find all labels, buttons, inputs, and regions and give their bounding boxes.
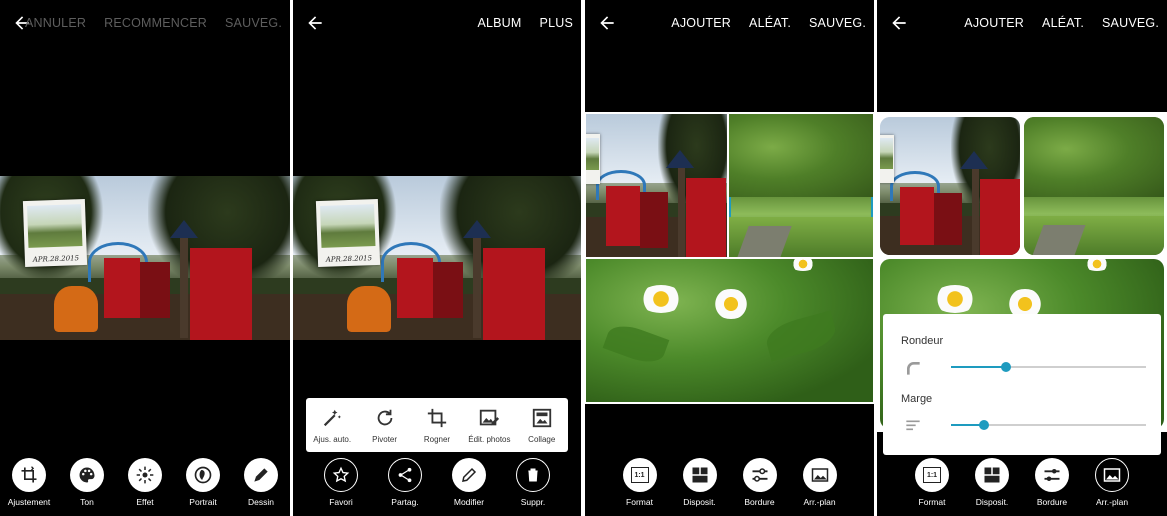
collage-border-screen: AJOUTER ALÉAT. SAUVEG. Rondeur Marge 1:1… bbox=[877, 0, 1167, 516]
top-actions: ALBUM PLUS bbox=[477, 0, 573, 46]
screenshot-strip: ANNULER RECOMMENCER SAUVEG. APR.28.2015 bbox=[0, 0, 1167, 516]
crop-icon bbox=[427, 408, 447, 427]
magic-wand-icon bbox=[324, 409, 342, 426]
save-button[interactable]: SAUVEG. bbox=[809, 16, 866, 30]
collage-canvas bbox=[585, 112, 874, 404]
star-icon bbox=[324, 458, 358, 492]
back-arrow-icon[interactable] bbox=[305, 13, 325, 33]
add-button[interactable]: AJOUTER bbox=[671, 16, 731, 30]
share-icon bbox=[388, 458, 422, 492]
edit-options-popup: Ajus. auto. Pivoter Rogner Édit. photos … bbox=[306, 398, 568, 452]
collage-cell-playground[interactable] bbox=[880, 117, 1020, 255]
layout-button[interactable]: Disposit. bbox=[964, 458, 1020, 507]
roundness-slider-handle[interactable] bbox=[1000, 362, 1011, 372]
top-bar: AJOUTER ALÉAT. SAUVEG. bbox=[877, 0, 1167, 46]
editor-toolbar: Ajustement Ton Effet Portrait Dessin bbox=[0, 456, 290, 516]
delete-button[interactable]: Suppr. bbox=[505, 458, 561, 507]
portrait-tool-button[interactable]: Portrait bbox=[175, 458, 231, 507]
collage-editor-screen: AJOUTER ALÉAT. SAUVEG. 1:1 Format Dispos… bbox=[585, 0, 874, 516]
draw-tool-button[interactable]: Dessin bbox=[233, 458, 289, 507]
rotate-icon bbox=[377, 409, 392, 425]
polaroid-sticker[interactable]: APR.28.2015 bbox=[22, 198, 88, 268]
border-settings-panel: Rondeur Marge bbox=[883, 314, 1161, 455]
share-button[interactable]: Partag. bbox=[377, 458, 433, 507]
border-button[interactable]: Bordure bbox=[1024, 458, 1080, 507]
crop-rotate-icon bbox=[12, 458, 46, 492]
collage-cell-playground[interactable] bbox=[586, 114, 727, 257]
tone-tool-button[interactable]: Ton bbox=[59, 458, 115, 507]
more-button[interactable]: PLUS bbox=[540, 16, 573, 30]
rotate-button[interactable]: Pivoter bbox=[360, 407, 410, 444]
border-sliders-icon bbox=[742, 458, 777, 492]
collage-cell-daisies[interactable] bbox=[586, 259, 873, 402]
collage-cell-park[interactable] bbox=[1024, 117, 1164, 255]
album-button[interactable]: ALBUM bbox=[477, 16, 521, 30]
background-button[interactable]: Arr.-plan bbox=[1084, 458, 1140, 507]
collage-cell-park-selected[interactable] bbox=[729, 114, 873, 257]
save-button[interactable]: SAUVEG. bbox=[1102, 16, 1159, 30]
crop-button[interactable]: Rogner bbox=[412, 407, 462, 444]
format-button[interactable]: 1:1 Format bbox=[612, 458, 668, 507]
adjust-tool-button[interactable]: Ajustement bbox=[1, 458, 57, 507]
photo-edit-icon bbox=[480, 409, 500, 425]
roundness-label: Rondeur bbox=[901, 335, 944, 347]
random-button[interactable]: ALÉAT. bbox=[749, 16, 791, 30]
collage-toolbar: 1:1 Format Disposit. Bordure Arr.-plan bbox=[585, 456, 874, 516]
top-bar: ALBUM PLUS bbox=[293, 0, 581, 46]
format-ratio-icon: 1:1 bbox=[622, 458, 657, 492]
background-image-icon bbox=[1095, 458, 1129, 492]
pen-draw-icon bbox=[244, 458, 278, 492]
playground-photo[interactable]: APR.28.2015 bbox=[0, 176, 290, 340]
photo-viewer-screen: ALBUM PLUS APR.28.2015 Ajus. auto. Pivot… bbox=[293, 0, 581, 516]
add-button[interactable]: AJOUTER bbox=[964, 16, 1024, 30]
polaroid-sticker[interactable]: APR.28.2015 bbox=[315, 198, 381, 268]
back-arrow-icon[interactable] bbox=[597, 13, 617, 33]
top-actions: ANNULER RECOMMENCER SAUVEG. bbox=[25, 0, 282, 46]
top-actions: AJOUTER ALÉAT. SAUVEG. bbox=[964, 0, 1159, 46]
border-button[interactable]: Bordure bbox=[732, 458, 788, 507]
viewer-toolbar: Favori Partag. Modifier Suppr. bbox=[293, 456, 581, 516]
corner-roundness-icon bbox=[907, 362, 920, 375]
margin-slider-handle[interactable] bbox=[979, 420, 990, 430]
layout-icon bbox=[682, 458, 717, 492]
roundness-slider[interactable] bbox=[951, 360, 1146, 374]
playground-photo[interactable]: APR.28.2015 bbox=[293, 176, 581, 340]
favorite-button[interactable]: Favori bbox=[313, 458, 369, 507]
background-image-icon bbox=[802, 458, 837, 492]
trash-icon bbox=[516, 458, 550, 492]
sparkle-effect-icon bbox=[128, 458, 162, 492]
random-button[interactable]: ALÉAT. bbox=[1042, 16, 1084, 30]
layout-icon bbox=[975, 458, 1009, 492]
save-button[interactable]: SAUVEG. bbox=[225, 16, 282, 30]
margin-slider[interactable] bbox=[951, 418, 1146, 432]
pencil-icon bbox=[452, 458, 486, 492]
format-button[interactable]: 1:1 Format bbox=[904, 458, 960, 507]
cancel-button[interactable]: ANNULER bbox=[25, 16, 86, 30]
polaroid-caption: APR.28.2015 bbox=[32, 254, 80, 265]
top-bar: ANNULER RECOMMENCER SAUVEG. bbox=[0, 0, 290, 46]
border-sliders-icon bbox=[1035, 458, 1069, 492]
photo-editor-screen: ANNULER RECOMMENCER SAUVEG. APR.28.2015 bbox=[0, 0, 290, 516]
collage-toolbar: 1:1 Format Disposit. Bordure Arr.-plan bbox=[877, 456, 1167, 516]
top-actions: AJOUTER ALÉAT. SAUVEG. bbox=[671, 0, 866, 46]
collage-button[interactable]: Collage bbox=[517, 407, 567, 444]
background-button[interactable]: Arr.-plan bbox=[792, 458, 848, 507]
portrait-icon bbox=[186, 458, 220, 492]
margin-label: Marge bbox=[901, 393, 933, 405]
photo-edit-button[interactable]: Édit. photos bbox=[464, 407, 514, 444]
edit-button[interactable]: Modifier bbox=[441, 458, 497, 507]
auto-adjust-button[interactable]: Ajus. auto. bbox=[307, 407, 357, 444]
restart-button[interactable]: RECOMMENCER bbox=[104, 16, 207, 30]
layout-button[interactable]: Disposit. bbox=[672, 458, 728, 507]
collage-icon bbox=[532, 408, 551, 427]
polaroid-caption: APR.28.2015 bbox=[325, 254, 373, 265]
back-arrow-icon[interactable] bbox=[889, 13, 909, 33]
top-bar: AJOUTER ALÉAT. SAUVEG. bbox=[585, 0, 874, 46]
margin-lines-icon bbox=[906, 420, 920, 431]
palette-icon bbox=[70, 458, 104, 492]
format-ratio-icon: 1:1 bbox=[915, 458, 949, 492]
effect-tool-button[interactable]: Effet bbox=[117, 458, 173, 507]
